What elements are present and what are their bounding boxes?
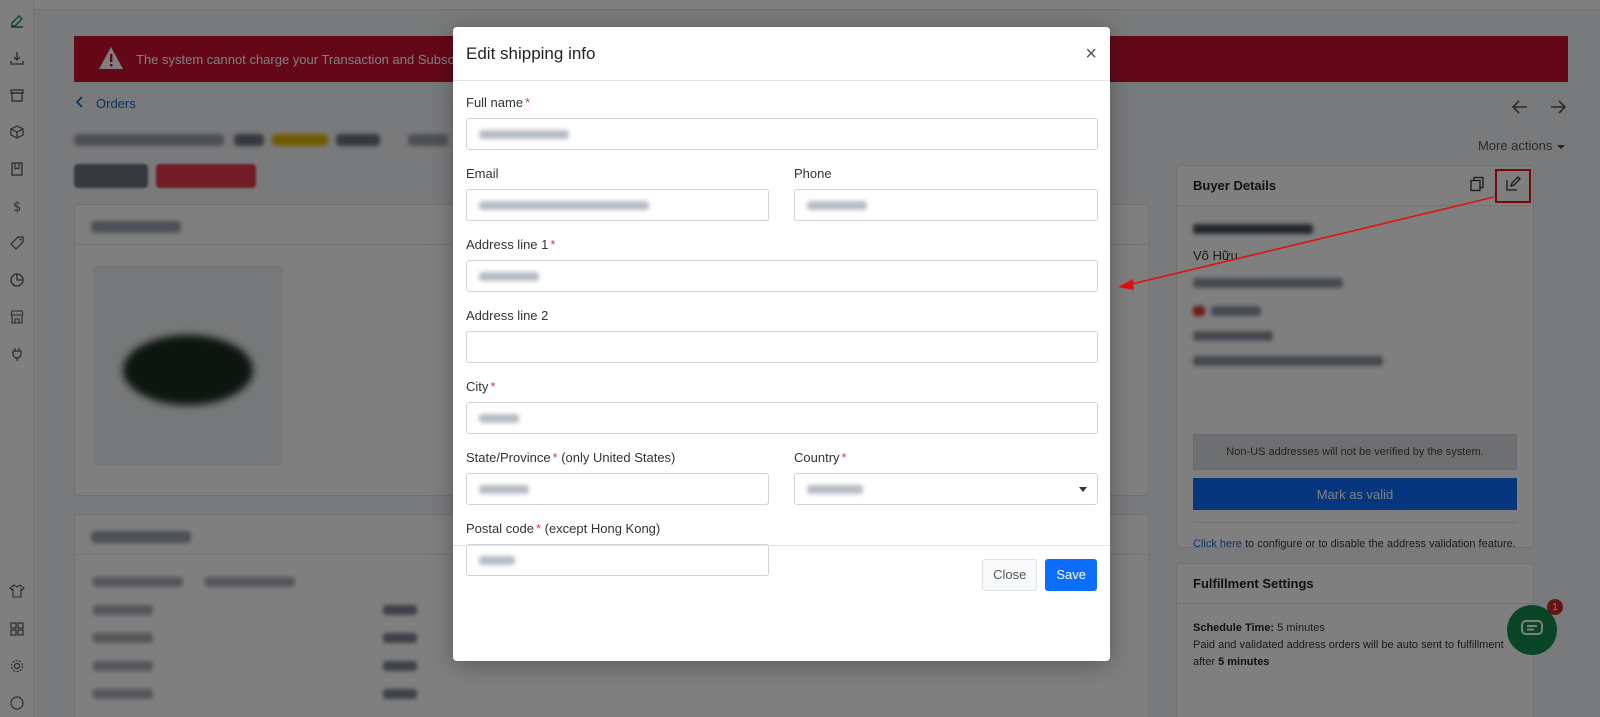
city-label: City * (466, 379, 496, 394)
city-input[interactable] (466, 402, 1098, 434)
email-label: Email (466, 166, 499, 181)
modal-body: Full name * Email Phone Address line 1 * A… (453, 81, 1110, 603)
email-input[interactable] (466, 189, 769, 221)
caret-down-icon (1079, 487, 1087, 492)
city-field: City * (466, 379, 1098, 434)
modal-footer: Close Save (453, 545, 1110, 603)
country-select[interactable] (794, 473, 1098, 505)
country-label: Country * (794, 450, 847, 465)
modal-header: Edit shipping info × (453, 27, 1110, 81)
phone-input[interactable] (794, 189, 1098, 221)
phone-field: Phone (794, 166, 1098, 221)
state-province-input[interactable] (466, 473, 769, 505)
edit-shipping-modal: Edit shipping info × Full name * Email Ph… (453, 27, 1110, 661)
full-name-input[interactable] (466, 118, 1098, 150)
email-field: Email (466, 166, 769, 221)
postal-code-label: Postal code * (except Hong Kong) (466, 521, 661, 536)
state-province-label: State/Province * (only United States) (466, 450, 676, 465)
full-name-label: Full name * (466, 95, 531, 110)
modal-title: Edit shipping info (466, 43, 596, 63)
address-line-1-label: Address line 1 * (466, 237, 556, 252)
close-button[interactable]: Close (982, 558, 1038, 591)
address-line-2-field: Address line 2 (466, 308, 1098, 363)
state-province-field: State/Province * (only United States) (466, 450, 769, 505)
address-line-1-field: Address line 1 * (466, 237, 1098, 292)
phone-label: Phone (794, 166, 832, 181)
address-line-2-input[interactable] (466, 331, 1098, 363)
country-field: Country * (794, 450, 1098, 505)
save-button[interactable]: Save (1045, 558, 1097, 591)
full-name-field: Full name * (466, 95, 1098, 150)
address-line-2-label: Address line 2 (466, 308, 549, 323)
address-line-1-input[interactable] (466, 260, 1098, 292)
close-icon[interactable]: × (1085, 44, 1097, 64)
